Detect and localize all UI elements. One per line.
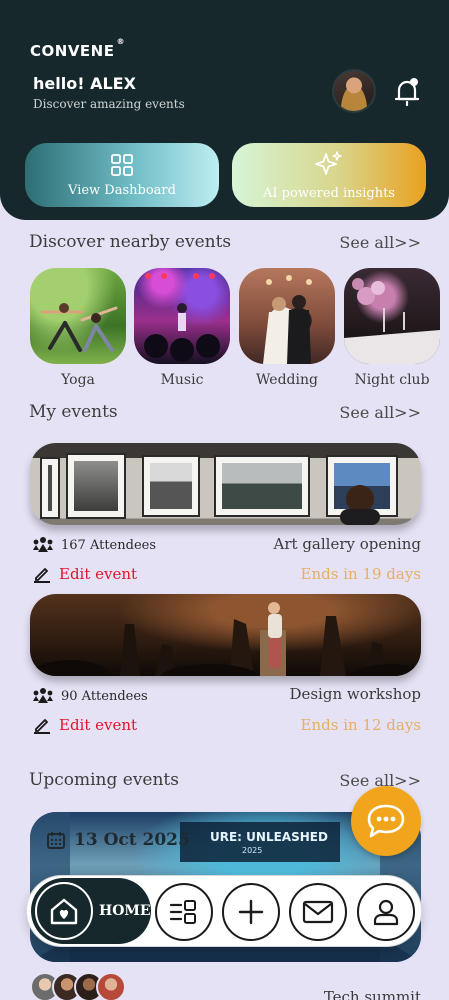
yoga-figures-icon [40, 303, 118, 352]
nav-home-button[interactable]: HOME [31, 878, 151, 944]
category-label-yoga: Yoga [61, 372, 95, 388]
upcoming-banner-title: URE: UNLEASHED [210, 830, 328, 844]
gallery-frame [142, 455, 200, 517]
ai-insights-label: AI powered insights [263, 185, 395, 201]
gallery-frame [40, 457, 60, 519]
home-icon [35, 882, 93, 940]
bell-icon[interactable] [392, 75, 422, 107]
avatar[interactable] [332, 69, 376, 113]
category-label-music: Music [160, 372, 204, 388]
pencil-icon [34, 718, 50, 734]
wedding-couple-icon [263, 275, 312, 364]
mail-icon [302, 900, 334, 924]
user-icon [373, 899, 399, 926]
edit-event-label: Edit event [59, 716, 138, 734]
edit-event-button[interactable]: Edit event [33, 565, 137, 583]
nav-home-label: HOME [99, 903, 151, 919]
attendees-label: 167 Attendees [61, 537, 156, 553]
upcoming-attendee-avatars [30, 972, 130, 1000]
nightclub-table-icon [344, 278, 440, 364]
chat-bubble-icon [367, 804, 405, 838]
attendees-count: 90 Attendees [33, 687, 148, 705]
upcoming-date-text: 13 Oct 2025 [74, 830, 190, 850]
event-card-art-gallery[interactable] [30, 443, 421, 525]
attendees-group-icon [33, 537, 53, 552]
category-label-nightclub: Night club [354, 372, 430, 388]
category-nightclub-image[interactable] [344, 268, 440, 364]
workshop-audience-icon [30, 602, 421, 676]
nav-add-button[interactable] [222, 883, 280, 941]
gallery-frame [66, 453, 126, 519]
upcoming-events-title: Upcoming events [29, 770, 179, 790]
attendees-group-icon [33, 688, 53, 703]
event-name: Art gallery opening [273, 535, 421, 553]
chat-button[interactable] [351, 786, 421, 856]
category-yoga-image[interactable] [30, 268, 126, 364]
sparkles-icon [315, 150, 342, 175]
nav-dashboard-button[interactable] [155, 883, 213, 941]
grid-layout-icon [169, 900, 196, 924]
category-label-wedding: Wedding [256, 372, 318, 388]
my-events-see-all-link[interactable]: See all>> [339, 403, 421, 422]
event-name: Design workshop [289, 685, 421, 703]
event-card-design-workshop[interactable] [30, 594, 421, 676]
app-logo: CONVENE® [30, 37, 125, 60]
attendees-label: 90 Attendees [61, 688, 148, 704]
nav-messages-button[interactable] [289, 883, 347, 941]
my-events-title: My events [29, 402, 118, 422]
tagline: Discover amazing events [33, 97, 185, 111]
event-ends-in: Ends in 19 days [300, 565, 421, 583]
pencil-icon [34, 567, 50, 583]
dashboard-grid-icon [111, 153, 133, 176]
plus-icon [238, 899, 264, 925]
category-music-image[interactable] [134, 268, 230, 364]
view-dashboard-label: View Dashboard [68, 182, 176, 198]
view-dashboard-button[interactable]: View Dashboard [25, 143, 219, 207]
nav-profile-button[interactable] [357, 883, 415, 941]
upcoming-date: 13 Oct 2025 [46, 830, 190, 850]
upcoming-event-name: Tech summit [323, 988, 421, 1000]
avatar [96, 972, 126, 1000]
concert-crowd-icon [144, 273, 220, 362]
visitor-silhouette-icon [340, 485, 380, 525]
nearby-events-title: Discover nearby events [29, 232, 232, 252]
category-wedding-image[interactable] [239, 268, 335, 364]
calendar-icon [47, 832, 65, 849]
edit-event-button[interactable]: Edit event [33, 716, 137, 734]
ai-insights-button[interactable]: AI powered insights [232, 143, 426, 207]
edit-event-label: Edit event [59, 565, 138, 583]
greeting: hello! ALEX [33, 74, 136, 93]
event-ends-in: Ends in 12 days [300, 716, 421, 734]
upcoming-banner-year: 2025 [242, 846, 263, 855]
app-header: CONVENE® hello! ALEX Discover amazing ev… [0, 0, 449, 220]
attendees-count: 167 Attendees [33, 536, 156, 554]
gallery-frame [214, 455, 310, 517]
bottom-navigation: HOME [26, 875, 422, 947]
nearby-see-all-link[interactable]: See all>> [339, 233, 421, 252]
